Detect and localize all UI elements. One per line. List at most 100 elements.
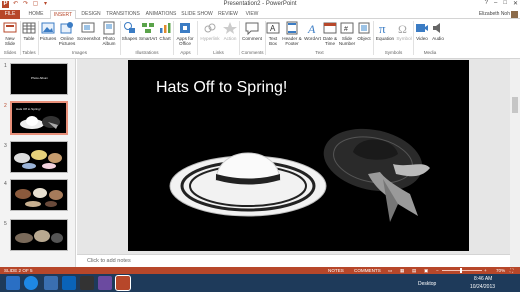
notes-pane[interactable]: Click to add notes — [77, 254, 510, 267]
thumbnail-title: Photo Album — [31, 76, 49, 80]
maximize-button[interactable]: □ — [503, 0, 507, 7]
text-box-button[interactable]: A Text Box — [266, 21, 280, 46]
help-button[interactable]: ? — [485, 0, 488, 7]
symbol-button[interactable]: Ω Symbol — [396, 21, 412, 41]
slideshow-view-icon[interactable]: ▣ — [424, 267, 428, 274]
tab-animations[interactable]: ANIMATIONS — [143, 10, 179, 19]
equation-icon: π — [379, 21, 386, 35]
tab-design[interactable]: DESIGN — [78, 10, 104, 19]
shapes-icon — [123, 22, 135, 33]
powerpoint-window: P ↶ ↷ ▢ ▾ Presentation2 - PowerPoint ? –… — [0, 0, 520, 292]
apps-icon — [180, 23, 190, 33]
normal-view-icon[interactable]: ▭ — [388, 267, 392, 274]
zoom-out-icon[interactable]: − — [436, 267, 439, 274]
wordart-icon: A — [307, 22, 316, 35]
folder-icon[interactable] — [44, 276, 58, 290]
thumbnail-number: 3 — [4, 143, 7, 149]
file-explorer-icon[interactable] — [6, 276, 20, 290]
screenshot-icon — [81, 22, 95, 33]
zoom-in-icon[interactable]: + — [484, 267, 487, 274]
slide-thumbnail-3[interactable] — [10, 141, 68, 173]
audio-button[interactable]: Audio — [430, 21, 446, 41]
slide-title[interactable]: Hats Off to Spring! — [156, 79, 287, 97]
video-button[interactable]: Video — [414, 21, 430, 41]
slide-thumbnail-5[interactable] — [10, 219, 68, 251]
photo-album-button[interactable]: Photo Album — [99, 21, 119, 46]
comments-toggle[interactable]: COMMENTS — [354, 267, 381, 274]
group-label-tables: Tables — [22, 50, 36, 55]
slide-thumbnail-2[interactable]: Hats Off to Spring! — [10, 101, 68, 135]
powerpoint-taskbar-icon[interactable] — [115, 275, 131, 291]
svg-text:A: A — [307, 22, 316, 35]
close-button[interactable]: ✕ — [513, 0, 518, 7]
thumbnail-number: 2 — [4, 103, 7, 109]
smartart-button[interactable]: SmartArt — [138, 21, 158, 41]
header-footer-icon — [286, 21, 298, 35]
tab-review[interactable]: REVIEW — [216, 10, 240, 19]
slide-number-icon: # — [340, 22, 354, 34]
hats-thumbnail-image — [15, 230, 63, 243]
chart-button[interactable]: Chart — [158, 21, 172, 41]
slide-thumbnail-4[interactable] — [10, 179, 68, 211]
zoom-slider[interactable] — [442, 270, 482, 271]
taskbar-date[interactable]: 10/24/2013 — [470, 284, 495, 290]
thumbnail-title: Hats Off to Spring! — [16, 107, 41, 111]
vertical-scrollbar[interactable] — [510, 59, 520, 267]
header-footer-button[interactable]: Header & Footer — [281, 21, 303, 46]
current-slide[interactable]: Hats Off to Spring! — [128, 60, 469, 251]
table-button[interactable]: Table — [21, 21, 37, 41]
action-button[interactable]: Action — [222, 21, 238, 41]
slide-number-button[interactable]: # Slide Number — [338, 21, 356, 46]
tab-slide-show[interactable]: SLIDE SHOW — [180, 10, 214, 19]
taskbar-time[interactable]: 8:46 AM — [474, 276, 492, 282]
svg-text:A: A — [270, 24, 276, 33]
minimize-button[interactable]: – — [494, 0, 497, 7]
group-label-illustrations: Illustrations — [135, 50, 159, 55]
slide-counter: SLIDE 2 OF 5 — [4, 268, 33, 273]
equation-button[interactable]: π Equation — [374, 21, 396, 41]
hats-picture[interactable] — [168, 124, 438, 224]
group-label-images: Images — [71, 50, 88, 55]
onenote-icon[interactable] — [98, 276, 112, 290]
tab-file[interactable]: FILE — [0, 10, 20, 19]
video-icon — [416, 24, 428, 32]
ribbon: New Slide Table Pictures Online Pictures… — [0, 19, 520, 59]
apps-for-office-button[interactable]: Apps for Office — [174, 21, 196, 46]
object-icon — [358, 22, 370, 34]
scrollbar-thumb[interactable] — [512, 97, 518, 113]
internet-explorer-icon[interactable] — [24, 276, 38, 290]
comment-button[interactable]: Comment — [240, 21, 264, 41]
tab-transitions[interactable]: TRANSITIONS — [104, 10, 142, 19]
user-name[interactable]: Elizabeth Noh — [479, 10, 510, 19]
new-slide-button[interactable]: New Slide — [1, 21, 19, 46]
pictures-button[interactable]: Pictures — [39, 21, 57, 41]
outlook-icon[interactable] — [62, 276, 76, 290]
date-time-button[interactable]: Date & Time — [322, 21, 338, 46]
zoom-slider-thumb[interactable] — [460, 268, 462, 273]
hyperlink-button[interactable]: Hyperlink — [198, 21, 222, 41]
window-controls: ? – □ ✕ — [485, 0, 518, 7]
new-slide-icon — [3, 22, 17, 33]
object-button[interactable]: Object — [356, 21, 372, 41]
svg-text:#: # — [344, 26, 348, 33]
group-label-symbols: Symbols — [384, 50, 403, 55]
group-label-media: Media — [423, 50, 437, 55]
desktop-toolbar-label[interactable]: Desktop — [418, 281, 436, 287]
hats-thumbnail-image — [14, 150, 62, 169]
reading-view-icon[interactable]: ▤ — [412, 267, 416, 274]
zoom-level[interactable]: 70% — [496, 267, 505, 274]
notes-toggle[interactable]: NOTES — [328, 267, 344, 274]
avatar[interactable] — [511, 11, 518, 18]
wordart-button[interactable]: A WordArt — [303, 21, 322, 41]
fit-slide-icon[interactable]: ⛶ — [510, 267, 513, 274]
svg-text:π: π — [379, 21, 386, 35]
slide-thumbnail-1[interactable]: Photo Album — [10, 63, 68, 95]
shapes-button[interactable]: Shapes — [121, 21, 138, 41]
camera-app-icon[interactable] — [80, 276, 94, 290]
tab-view[interactable]: VIEW — [242, 10, 262, 19]
tab-home[interactable]: HOME — [24, 10, 48, 19]
hats-thumbnail-image — [20, 116, 60, 129]
online-pictures-button[interactable]: Online Pictures — [57, 21, 77, 46]
slide-sorter-icon[interactable]: ▦ — [400, 267, 404, 274]
screenshot-button[interactable]: Screenshot — [77, 21, 100, 41]
